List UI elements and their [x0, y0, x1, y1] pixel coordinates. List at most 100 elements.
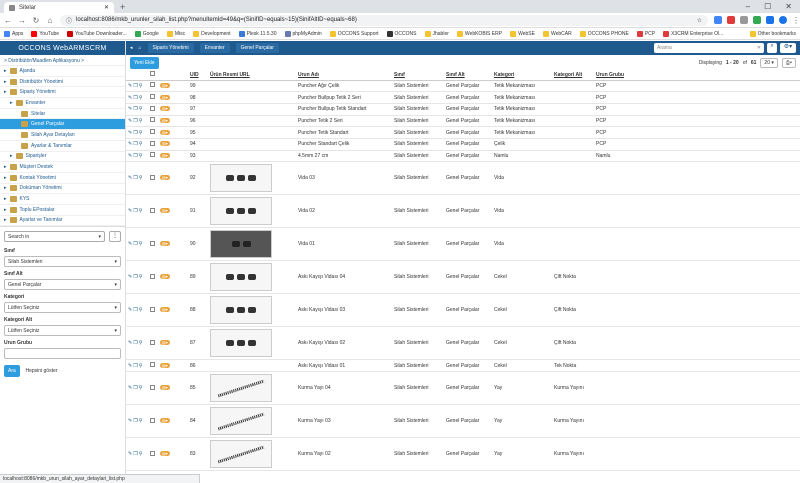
row-checkbox[interactable]: [150, 117, 155, 123]
view-icon[interactable]: ⚲: [139, 95, 143, 101]
edit-icon[interactable]: ✎: [128, 274, 132, 280]
bookmark-item[interactable]: phpMyAdmin: [284, 30, 322, 37]
sidebar-item[interactable]: ▸ Siparişler: [0, 152, 125, 163]
product-thumbnail[interactable]: [210, 197, 272, 226]
sidebar-item[interactable]: Sitelar: [0, 109, 125, 120]
urun-grubu-input[interactable]: [4, 348, 121, 360]
sinif-alt-select[interactable]: Genel Parçalar ▾: [4, 279, 121, 291]
view-icon[interactable]: ⚲: [139, 106, 143, 112]
back-icon[interactable]: ←: [4, 16, 12, 25]
table-row[interactable]: ✎ ❐ ⚲ ▤▾ 96 Puncher Tetik 2 Seri Silah Sisteml…: [126, 115, 800, 128]
col-kategori[interactable]: Kategori: [492, 70, 552, 81]
checkbox-cell[interactable]: [148, 126, 158, 139]
row-checkbox[interactable]: [150, 82, 155, 88]
product-thumbnail[interactable]: [210, 440, 272, 468]
copy-icon[interactable]: ❐: [133, 274, 137, 280]
menu-dots-icon[interactable]: ⋮: [792, 16, 800, 25]
table-row[interactable]: ✎ ❐ ⚲ ▤▾ 84 Kurma Yayı 03 Silah Sistemleri Gene…: [126, 404, 800, 438]
sidebar-item[interactable]: ▸ Distribütör Yönetimi: [0, 77, 125, 88]
checkbox-cell[interactable]: [148, 437, 158, 471]
edit-icon[interactable]: ✎: [128, 451, 132, 457]
row-checkbox[interactable]: [150, 306, 155, 312]
col-urun-grubu[interactable]: Urun Grubu: [594, 70, 800, 81]
view-icon[interactable]: ⚲: [139, 118, 143, 124]
copy-icon[interactable]: ❐: [133, 95, 137, 101]
table-row[interactable]: ✎ ❐ ⚲ ▤▾ 98 Puncher Bullpup Tetik 2 Seri Silah…: [126, 91, 800, 104]
edit-icon[interactable]: ✎: [128, 83, 132, 89]
bookmark-item[interactable]: Apps: [4, 30, 23, 37]
copy-icon[interactable]: ❐: [133, 208, 137, 214]
detail-badge[interactable]: ▤▾: [160, 385, 170, 390]
forward-icon[interactable]: →: [18, 16, 26, 25]
browser-tab[interactable]: Sitelar ✕: [4, 2, 114, 13]
view-icon[interactable]: ⚲: [139, 418, 143, 424]
row-checkbox[interactable]: [150, 362, 155, 368]
bookmark-item[interactable]: PCP: [636, 30, 655, 37]
copy-icon[interactable]: ❐: [133, 451, 137, 457]
sidebar-item[interactable]: ▸ Sipariş Yönetimi: [0, 87, 125, 99]
edit-icon[interactable]: ✎: [128, 106, 132, 112]
sidebar-item[interactable]: ▸ Kontak Yönetimi: [0, 173, 125, 184]
col-uid[interactable]: UID: [188, 70, 208, 81]
row-checkbox[interactable]: [150, 207, 155, 213]
checkbox-cell[interactable]: [148, 371, 158, 405]
view-icon[interactable]: ⚲: [139, 307, 143, 313]
edit-icon[interactable]: ✎: [128, 363, 132, 369]
edit-icon[interactable]: ✎: [128, 118, 132, 124]
bookmark-item[interactable]: Misc: [166, 30, 185, 37]
copy-icon[interactable]: ❐: [133, 153, 137, 159]
extension-gray-icon[interactable]: [740, 16, 748, 24]
table-row[interactable]: ✎ ❐ ⚲ ▤▾ 90 Vida 01 Silah Sistemleri Genel Parç…: [126, 227, 800, 262]
print-icon[interactable]: ⎙▾: [781, 57, 796, 68]
sidebar-item[interactable]: ▸ Toplu EPostalar: [0, 205, 125, 216]
translate-icon[interactable]: [714, 16, 722, 24]
apply-search-button[interactable]: Ara: [4, 365, 20, 378]
detail-badge[interactable]: ▤▾: [160, 340, 170, 346]
detail-badge[interactable]: ▤▾: [160, 82, 170, 88]
row-checkbox[interactable]: [150, 273, 155, 279]
row-checkbox[interactable]: [150, 339, 155, 345]
table-row[interactable]: ✎ ❐ ⚲ ▤▾ 92 Vida 03 Silah Sistemleri Genel Parç…: [126, 161, 800, 196]
checkbox-cell[interactable]: [148, 115, 158, 128]
bookmark-item[interactable]: Other bookmarks: [749, 30, 796, 37]
table-row[interactable]: ✎ ❐ ⚲ ▤▾ 95 Puncher Tetik Standart Silah Siste…: [126, 126, 800, 139]
product-thumbnail[interactable]: [210, 230, 272, 259]
row-checkbox[interactable]: [150, 240, 155, 246]
star-icon[interactable]: ☆: [697, 17, 702, 24]
checkbox-cell[interactable]: [148, 293, 158, 328]
edit-icon[interactable]: ✎: [128, 385, 132, 391]
minimize-icon[interactable]: –: [746, 2, 750, 11]
col-sinif-alt[interactable]: Sınıf Alt: [444, 70, 492, 81]
bookmark-item[interactable]: WebCAR: [542, 30, 572, 37]
reload-icon[interactable]: ↻: [32, 16, 40, 25]
detail-badge[interactable]: ▤▾: [160, 208, 170, 214]
row-checkbox[interactable]: [150, 129, 155, 135]
checkbox-cell[interactable]: [148, 194, 158, 229]
table-row[interactable]: ✎ ❐ ⚲ ▤▾ 97 Puncher Bullpup Tetik Standart Sil…: [126, 103, 800, 116]
add-new-button[interactable]: Yeni Ekle: [130, 56, 159, 69]
bookmark-item[interactable]: Google: [134, 30, 159, 37]
checkbox-cell[interactable]: [148, 138, 158, 151]
extension-red-icon[interactable]: [727, 16, 735, 24]
detail-badge[interactable]: ▤▾: [160, 152, 170, 158]
detail-badge[interactable]: ▤▾: [160, 451, 170, 456]
bookmark-item[interactable]: YouTube: [31, 30, 59, 37]
table-row[interactable]: ✎ ❐ ⚲ ▤▾ 87 Askı Kayışı Vidası 02 Silah Sistem…: [126, 326, 800, 361]
copy-icon[interactable]: ❐: [133, 363, 137, 369]
per-page-select[interactable]: 20 ▾: [760, 57, 778, 68]
edit-icon[interactable]: ✎: [128, 130, 132, 136]
extension-green-icon[interactable]: [753, 16, 761, 24]
checkbox-cell[interactable]: [148, 91, 158, 104]
col-image[interactable]: Ürün Resmi URL: [208, 70, 296, 81]
detail-badge[interactable]: ▤▾: [160, 129, 170, 135]
detail-badge[interactable]: ▤▾: [160, 106, 170, 112]
clear-icon[interactable]: ✕: [757, 45, 761, 51]
view-icon[interactable]: ⚲: [139, 153, 143, 159]
product-thumbnail[interactable]: [210, 329, 272, 358]
select-all-header[interactable]: [148, 70, 158, 81]
view-icon[interactable]: ⚲: [139, 208, 143, 214]
view-icon[interactable]: ⚲: [139, 241, 143, 247]
sidebar-item[interactable]: Ayarlar & Tanımlar: [0, 141, 125, 152]
view-icon[interactable]: ⚲: [139, 83, 143, 89]
detail-badge[interactable]: ▤▾: [160, 307, 170, 313]
